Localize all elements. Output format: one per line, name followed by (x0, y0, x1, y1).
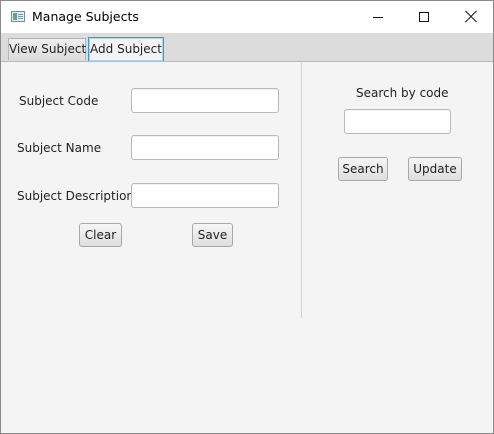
subject-name-field[interactable] (131, 135, 279, 160)
subject-description-label: Subject Description (17, 189, 135, 203)
close-icon (464, 10, 478, 24)
window-title: Manage Subjects (32, 9, 139, 24)
subject-name-label: Subject Name (17, 141, 102, 155)
title-bar[interactable]: Manage Subjects (1, 1, 493, 33)
update-button[interactable]: Update (408, 157, 462, 181)
tab-view-subject[interactable]: View Subject (8, 38, 86, 60)
maximize-icon (419, 12, 429, 22)
add-subject-panel: Subject Code Subject Name Subject Descri… (1, 62, 493, 433)
subject-code-field[interactable] (131, 88, 279, 113)
save-button[interactable]: Save (192, 223, 233, 247)
app-icon (11, 11, 25, 22)
minimize-icon (373, 17, 383, 18)
search-by-code-label: Search by code (356, 86, 449, 100)
clear-button[interactable]: Clear (79, 223, 122, 247)
search-code-field[interactable] (344, 109, 451, 134)
subject-code-label: Subject Code (19, 94, 99, 108)
maximize-button[interactable] (401, 1, 447, 33)
search-button[interactable]: Search (338, 157, 388, 181)
manage-subjects-window: Manage Subjects View Subject Add Subject… (0, 0, 494, 434)
subject-description-field[interactable] (131, 183, 279, 208)
tab-header: View Subject Add Subject (1, 33, 493, 62)
tab-add-subject[interactable]: Add Subject (88, 37, 164, 61)
minimize-button[interactable] (355, 1, 401, 33)
close-button[interactable] (447, 1, 493, 33)
panel-divider (301, 63, 302, 318)
